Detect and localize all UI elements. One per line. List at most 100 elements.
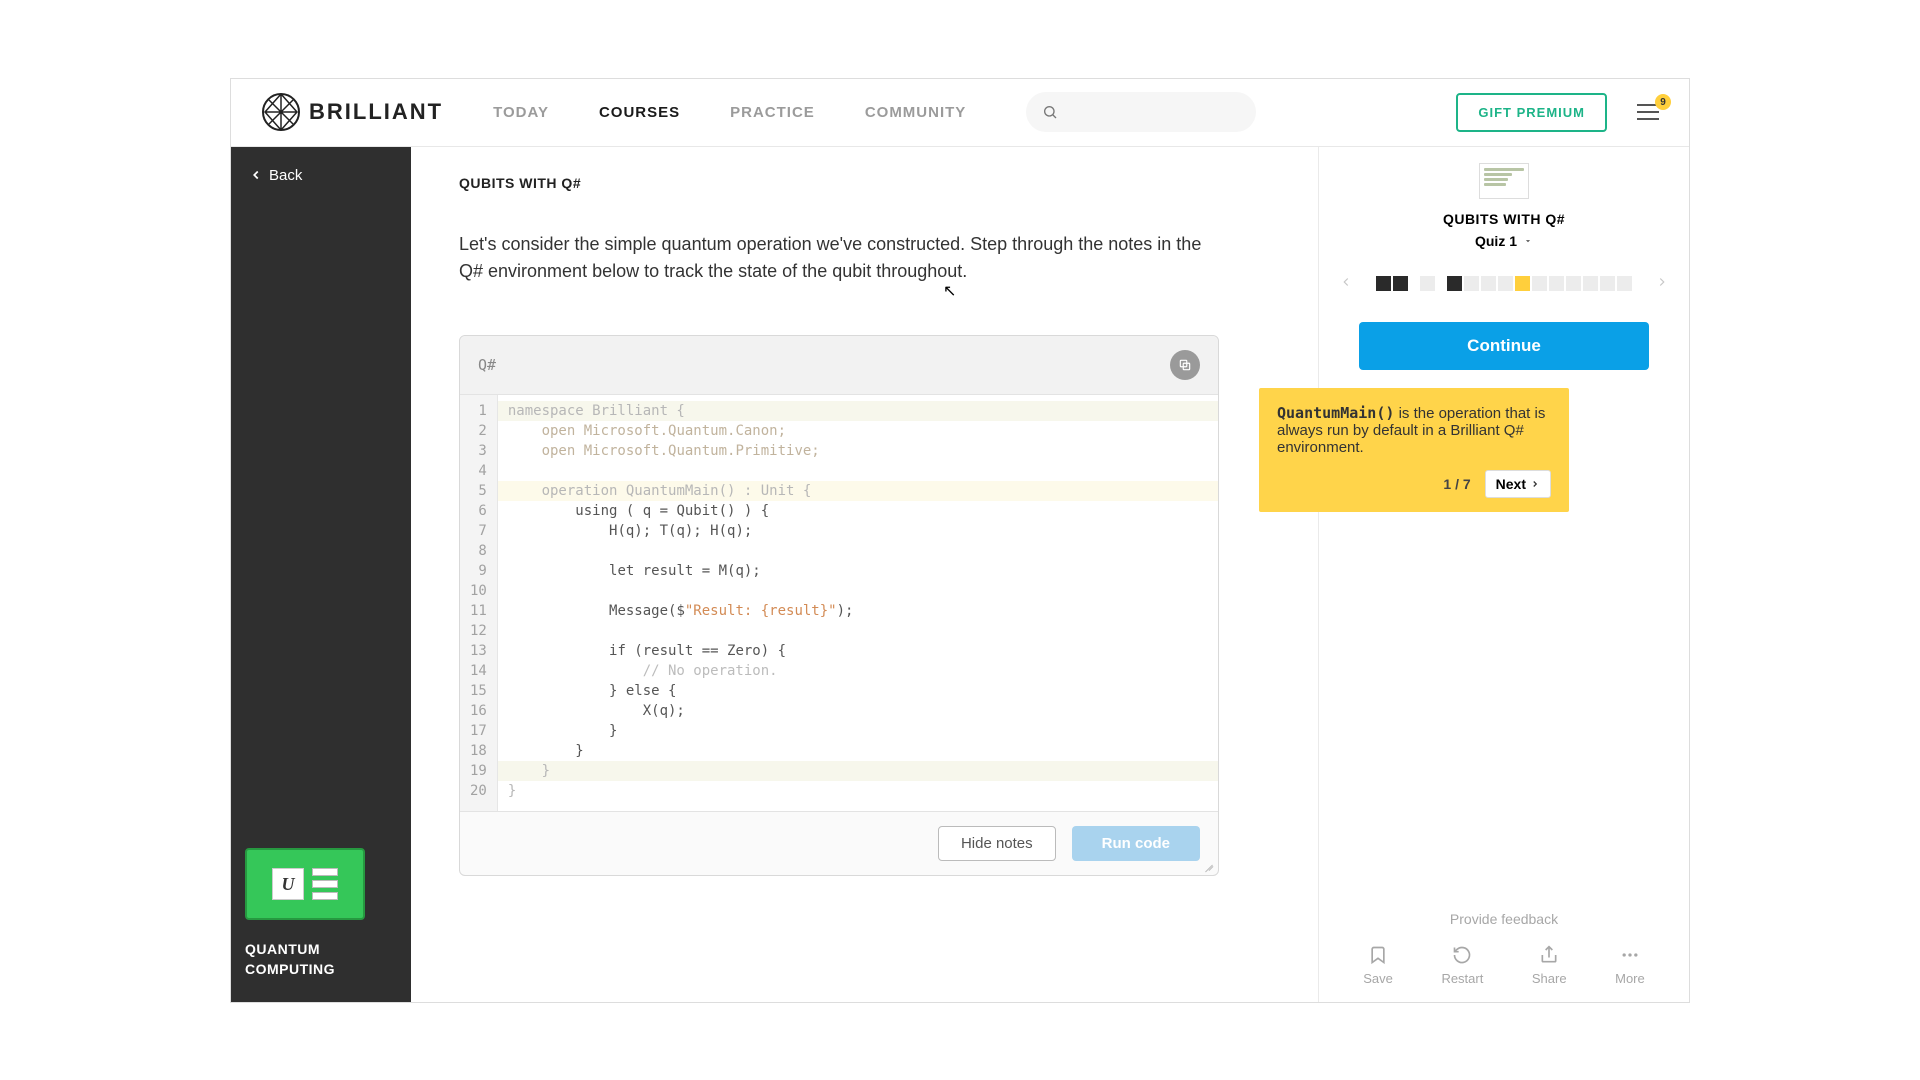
lesson-content: QUBITS WITH Q# Let's consider the simple… [411, 147, 1319, 1002]
quiz-selector[interactable]: Quiz 1 [1339, 233, 1669, 249]
tooltip-text: QuantumMain() is the operation that is a… [1277, 405, 1545, 456]
gift-premium-button[interactable]: GIFT PREMIUM [1456, 93, 1607, 132]
hide-notes-button[interactable]: Hide notes [938, 826, 1056, 861]
code-line[interactable]: } [498, 761, 1218, 781]
code-line[interactable]: } [498, 721, 1218, 741]
code-line[interactable]: H(q); T(q); H(q); [498, 521, 1218, 541]
code-line[interactable]: operation QuantumMain() : Unit { [498, 481, 1218, 501]
walkthrough-tooltip: QuantumMain() is the operation that is a… [1259, 388, 1569, 512]
app-frame: BRILLIANT TODAY COURSES PRACTICE COMMUNI… [230, 78, 1690, 1003]
provide-feedback-link[interactable]: Provide feedback [1339, 911, 1669, 927]
share-icon [1539, 945, 1559, 965]
nav-today[interactable]: TODAY [493, 104, 549, 121]
restart-icon [1452, 945, 1472, 965]
back-button[interactable]: Back [231, 147, 411, 204]
progress-block[interactable] [1532, 276, 1547, 291]
code-line[interactable]: open Microsoft.Quantum.Primitive; [498, 441, 1218, 461]
brand-logo[interactable]: BRILLIANT [261, 92, 443, 132]
code-line[interactable]: Message($"Result: {result}"); [498, 601, 1218, 621]
progress-block[interactable] [1376, 276, 1391, 291]
code-body[interactable]: 1234567891011121314151617181920 namespac… [460, 395, 1218, 811]
tooltip-step-count: 1 / 7 [1443, 476, 1470, 492]
notification-badge: 9 [1655, 94, 1671, 110]
progress-prev-button[interactable] [1339, 273, 1353, 294]
run-code-button[interactable]: Run code [1072, 826, 1200, 861]
code-language-label: Q# [478, 356, 496, 374]
progress-next-button[interactable] [1655, 273, 1669, 294]
progress-block[interactable] [1420, 276, 1435, 291]
progress-block[interactable] [1464, 276, 1479, 291]
top-bar: BRILLIANT TODAY COURSES PRACTICE COMMUNI… [231, 79, 1689, 147]
chevron-right-icon [1655, 275, 1669, 289]
code-editor: Q# 1234567891011121314151617181920 names… [459, 335, 1219, 876]
nav-practice[interactable]: PRACTICE [730, 104, 815, 121]
primary-nav: TODAY COURSES PRACTICE COMMUNITY [493, 104, 966, 121]
code-line[interactable] [498, 541, 1218, 561]
code-line[interactable] [498, 581, 1218, 601]
more-action[interactable]: More [1615, 945, 1645, 986]
code-line[interactable]: if (result == Zero) { [498, 641, 1218, 661]
mouse-cursor-icon: ↖ [943, 283, 956, 300]
code-footer: Hide notes Run code [460, 811, 1218, 875]
progress-block[interactable] [1515, 276, 1530, 291]
left-sidebar: Back U QUANTUM COMPUTING [231, 147, 411, 1002]
chevron-right-icon [1530, 479, 1540, 489]
main-area: QUBITS WITH Q# Let's consider the simple… [411, 147, 1689, 1002]
progress-block[interactable] [1583, 276, 1598, 291]
tooltip-next-button[interactable]: Next [1485, 470, 1551, 498]
resize-handle[interactable] [1204, 861, 1214, 871]
code-line[interactable]: namespace Brilliant { [498, 401, 1218, 421]
progress-block[interactable] [1481, 276, 1496, 291]
code-line[interactable]: open Microsoft.Quantum.Canon; [498, 421, 1218, 441]
course-thumbnail[interactable]: U [245, 848, 397, 920]
caret-down-icon [1523, 236, 1533, 246]
brand-icon [261, 92, 301, 132]
code-line[interactable]: } [498, 781, 1218, 801]
copy-code-button[interactable] [1170, 350, 1200, 380]
intro-text: Let's consider the simple quantum operat… [459, 231, 1219, 285]
back-label: Back [269, 167, 302, 184]
course-title: QUANTUM COMPUTING [245, 940, 397, 979]
chevron-left-icon [1339, 275, 1353, 289]
progress-block[interactable] [1393, 276, 1408, 291]
progress-blocks [1363, 276, 1645, 291]
bookmark-icon [1368, 945, 1388, 965]
page-title: QUBITS WITH Q# [459, 175, 1270, 191]
continue-button[interactable]: Continue [1359, 322, 1649, 370]
lesson-thumbnail[interactable] [1479, 163, 1529, 199]
code-line[interactable]: // No operation. [498, 661, 1218, 681]
nav-community[interactable]: COMMUNITY [865, 104, 967, 121]
code-header: Q# [460, 336, 1218, 395]
share-action[interactable]: Share [1532, 945, 1567, 986]
tooltip-code-token: QuantumMain() [1277, 404, 1394, 422]
quiz-label: Quiz 1 [1475, 233, 1517, 249]
progress-block[interactable] [1566, 276, 1581, 291]
more-icon [1620, 945, 1640, 965]
chevron-left-icon [249, 168, 263, 182]
progress-block[interactable] [1549, 276, 1564, 291]
copy-icon [1178, 358, 1192, 372]
restart-action[interactable]: Restart [1441, 945, 1483, 986]
hamburger-menu[interactable]: 9 [1637, 104, 1659, 120]
code-line[interactable]: X(q); [498, 701, 1218, 721]
code-line[interactable]: } [498, 741, 1218, 761]
brand-text: BRILLIANT [309, 99, 443, 125]
progress-block[interactable] [1600, 276, 1615, 291]
code-line[interactable]: } else { [498, 681, 1218, 701]
action-row: Save Restart Share More [1339, 945, 1669, 986]
save-action[interactable]: Save [1363, 945, 1393, 986]
progress-block[interactable] [1617, 276, 1632, 291]
progress-block[interactable] [1447, 276, 1462, 291]
code-line[interactable] [498, 461, 1218, 481]
search-input[interactable] [1026, 92, 1256, 132]
course-thumbnail-image: U [245, 848, 365, 920]
right-panel: QUBITS WITH Q# Quiz 1 Continue [1319, 147, 1689, 1002]
code-line[interactable]: let result = M(q); [498, 561, 1218, 581]
progress-row [1339, 273, 1669, 294]
code-lines: namespace Brilliant { open Microsoft.Qua… [498, 395, 1218, 811]
code-line[interactable] [498, 621, 1218, 641]
nav-courses[interactable]: COURSES [599, 104, 680, 121]
code-line[interactable]: using ( q = Qubit() ) { [498, 501, 1218, 521]
progress-block[interactable] [1498, 276, 1513, 291]
search-icon [1042, 104, 1058, 120]
